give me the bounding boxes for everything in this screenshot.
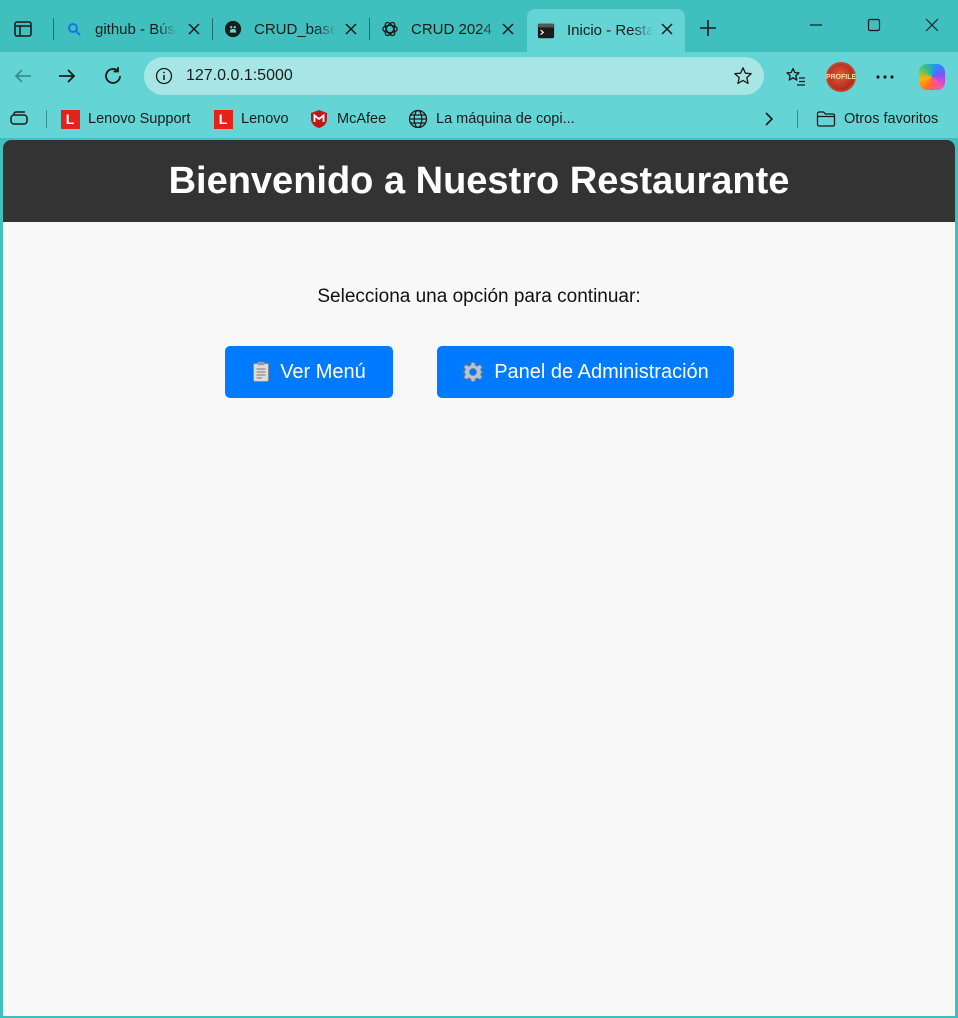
address-bar[interactable]: 127.0.0.1:5000	[144, 57, 764, 95]
bookmark-label: McAfee	[337, 111, 387, 127]
close-icon[interactable]	[184, 19, 204, 39]
tab-strip: github - Búsqueda CRUD_base_datos CRUD 2…	[0, 0, 958, 52]
tab-inicio-restaurante[interactable]: Inicio - Restaurante	[527, 9, 685, 52]
close-icon[interactable]	[498, 19, 518, 39]
address-url[interactable]: 127.0.0.1:5000	[186, 67, 293, 85]
chatgpt-icon	[381, 20, 399, 38]
close-icon[interactable]	[657, 19, 677, 39]
bookmarks-separator	[797, 110, 798, 128]
view-menu-label: Ver Menú	[280, 360, 366, 383]
bookmarks-separator	[46, 110, 47, 128]
tab-separator	[369, 18, 370, 40]
tab-title: CRUD 2024	[411, 20, 492, 38]
close-window-icon[interactable]	[912, 10, 952, 40]
globe-icon	[408, 109, 428, 129]
page-title: Bienvenido a Nuestro Restaurante	[168, 159, 790, 202]
copilot-icon[interactable]	[916, 61, 948, 93]
close-icon[interactable]	[341, 19, 361, 39]
chevron-right-icon[interactable]	[758, 108, 780, 130]
other-favorites[interactable]: Otros favoritos	[816, 108, 938, 130]
tab-crud-2024[interactable]: CRUD 2024	[371, 9, 526, 49]
more-options-icon[interactable]	[869, 61, 901, 93]
bookmarks-bar: L Lenovo Support L Lenovo McAfee La máqu…	[0, 100, 958, 138]
favorite-star-icon[interactable]	[732, 65, 754, 87]
site-header: Bienvenido a Nuestro Restaurante	[3, 140, 955, 222]
bookmark-lenovo-support[interactable]: L Lenovo Support	[60, 108, 190, 130]
bookmark-label: Lenovo	[241, 111, 289, 127]
tab-separator	[212, 18, 213, 40]
forward-icon[interactable]	[52, 61, 82, 91]
tab-title: github - Búsqueda	[95, 20, 177, 38]
new-tab-icon[interactable]	[694, 14, 722, 42]
tab-separator	[53, 18, 54, 40]
collections-icon[interactable]	[8, 108, 30, 130]
lenovo-icon: L	[213, 109, 233, 129]
search-icon	[65, 20, 83, 38]
mcafee-icon	[309, 109, 329, 129]
github-icon	[224, 20, 242, 38]
terminal-icon	[537, 22, 555, 40]
tab-title: Inicio - Restaurante	[567, 22, 653, 39]
back-icon[interactable]	[8, 61, 38, 91]
admin-panel-label: Panel de Administración	[494, 360, 709, 383]
bookmark-lenovo[interactable]: L Lenovo	[213, 108, 289, 130]
bookmark-wayback-machine[interactable]: La máquina de copi...	[408, 108, 575, 130]
bookmark-label: Lenovo Support	[88, 111, 191, 127]
folder-icon	[816, 109, 836, 129]
tab-github-search[interactable]: github - Búsqueda	[55, 9, 212, 49]
workspaces-icon[interactable]	[8, 14, 38, 44]
view-menu-button[interactable]: Ver Menú	[225, 346, 393, 398]
bookmark-label: La máquina de copi...	[436, 111, 575, 127]
favorites-icon[interactable]	[780, 61, 812, 93]
profile-avatar[interactable]: PROFILE	[825, 61, 857, 93]
browser-toolbar: 127.0.0.1:5000 PROFILE	[0, 52, 958, 100]
maximize-icon[interactable]	[854, 10, 894, 40]
page-viewport: Bienvenido a Nuestro Restaurante Selecci…	[3, 140, 955, 1016]
refresh-icon[interactable]	[98, 61, 128, 91]
bookmark-mcafee[interactable]: McAfee	[309, 108, 386, 130]
profile-badge: PROFILE	[826, 62, 856, 92]
admin-panel-button[interactable]: Panel de Administración	[437, 346, 734, 398]
site-info-icon[interactable]	[154, 66, 174, 86]
tab-crud-base-datos[interactable]: CRUD_base_datos	[214, 9, 369, 49]
clipboard-icon	[252, 361, 270, 383]
lenovo-icon: L	[60, 109, 80, 129]
other-favorites-label: Otros favoritos	[844, 111, 939, 127]
tab-title: CRUD_base_datos	[254, 20, 336, 38]
gear-icon	[462, 361, 485, 383]
prompt-text: Selecciona una opción para continuar:	[317, 286, 641, 307]
minimize-icon[interactable]	[796, 10, 836, 40]
